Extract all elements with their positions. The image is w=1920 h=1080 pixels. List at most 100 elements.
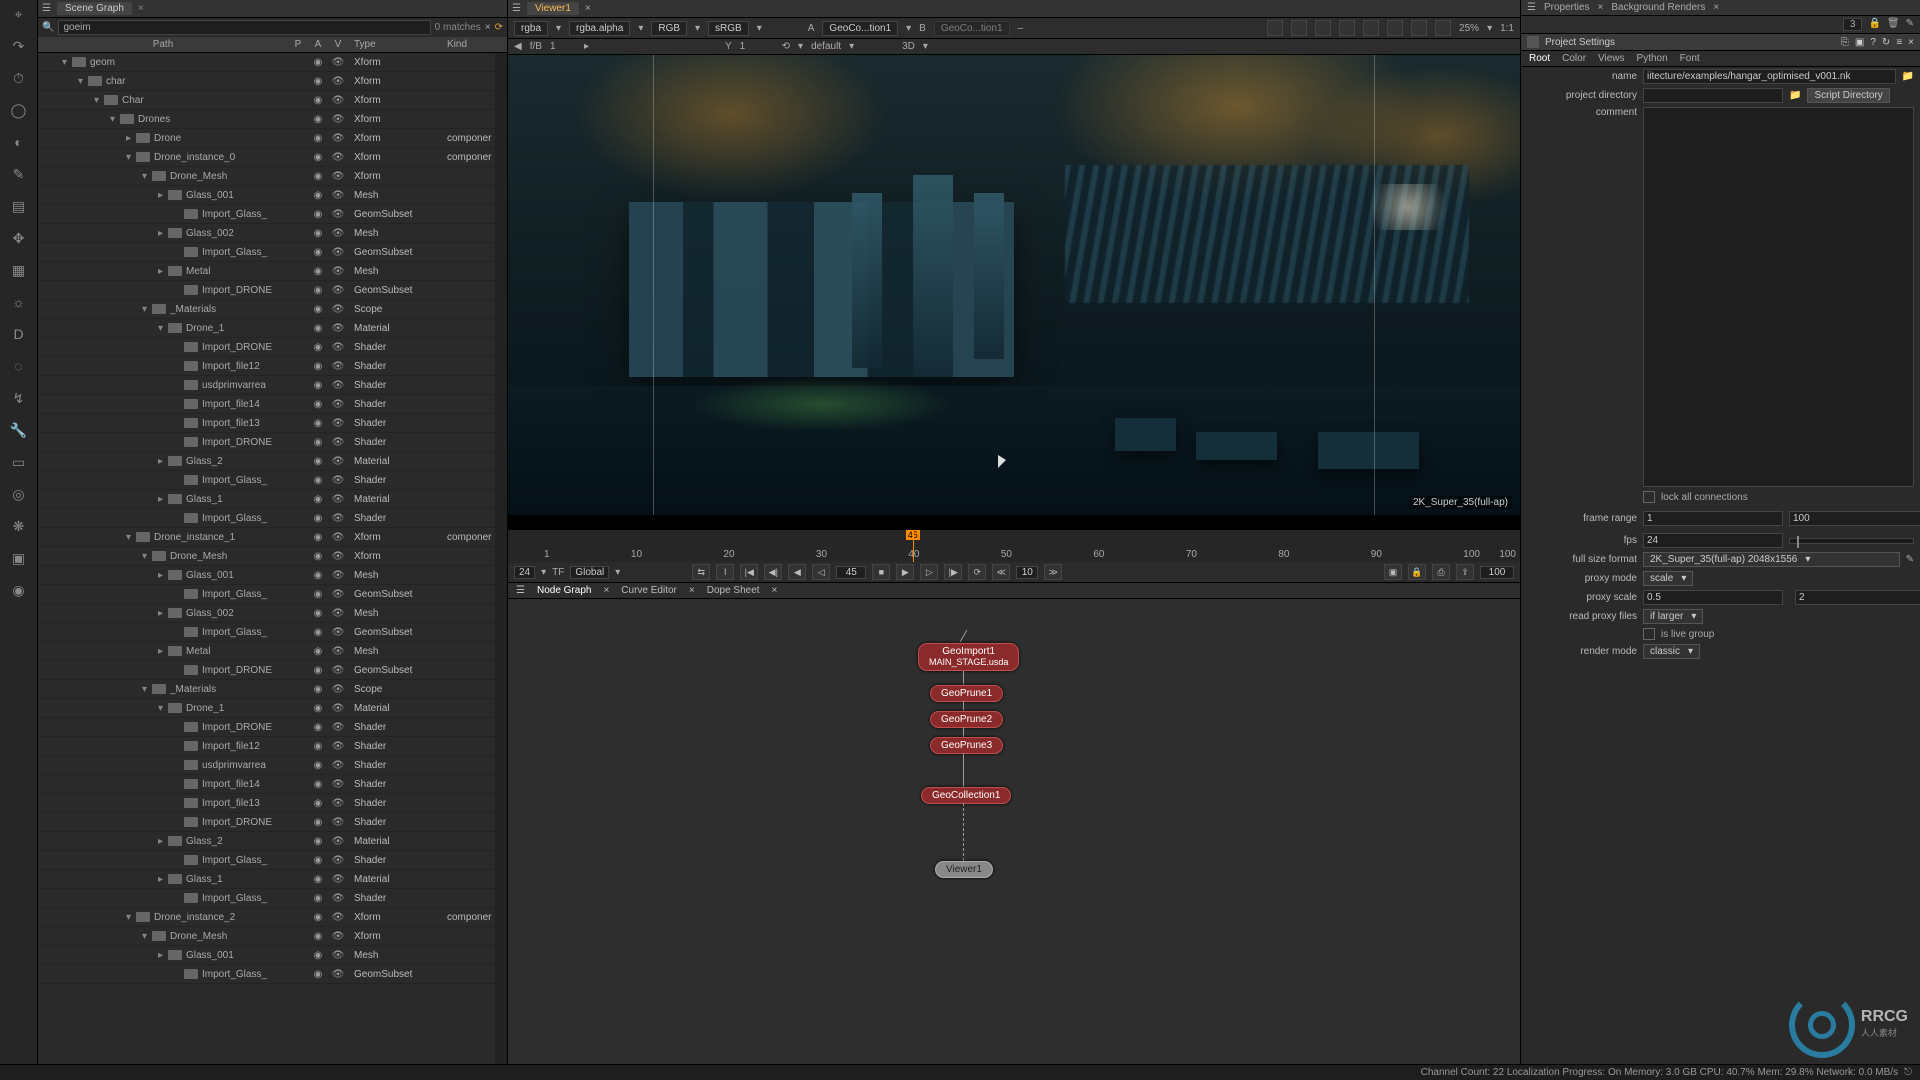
tree-row[interactable]: Import_DRONE◉👁GeomSubset: [38, 661, 495, 680]
zoom-dropdown[interactable]: 25%: [1459, 23, 1479, 34]
visibility-icon[interactable]: 👁: [328, 855, 348, 866]
sync-icon[interactable]: ⟲: [782, 41, 790, 52]
visibility-icon[interactable]: 👁: [328, 893, 348, 904]
proxy-icon[interactable]: [1339, 20, 1355, 36]
subtab-views[interactable]: Views: [1598, 53, 1625, 64]
active-icon[interactable]: ◉: [308, 57, 328, 68]
tool-icon[interactable]: ▣: [9, 548, 29, 568]
active-icon[interactable]: ◉: [308, 494, 328, 505]
visibility-icon[interactable]: 👁: [328, 931, 348, 942]
visibility-icon[interactable]: 👁: [328, 247, 348, 258]
visibility-icon[interactable]: 👁: [328, 133, 348, 144]
active-icon[interactable]: ◉: [308, 133, 328, 144]
fps-slider[interactable]: [1789, 538, 1914, 544]
tree-row[interactable]: ▾Drone_Mesh◉👁Xform: [38, 167, 495, 186]
b-buffer-dropdown[interactable]: GeoCo...tion1: [934, 21, 1010, 36]
lock-icon[interactable]: 🔒: [1408, 564, 1426, 580]
tree-row[interactable]: ▸Glass_001◉👁Mesh: [38, 566, 495, 585]
disclosure-icon[interactable]: ▸: [158, 874, 168, 885]
colorspace-dropdown[interactable]: sRGB: [708, 21, 749, 36]
active-icon[interactable]: ◉: [308, 760, 328, 771]
disclosure-icon[interactable]: ▸: [158, 190, 168, 201]
col-v[interactable]: V: [328, 39, 348, 50]
visibility-icon[interactable]: 👁: [328, 969, 348, 980]
tool-icon[interactable]: ↷: [9, 36, 29, 56]
menu-icon[interactable]: ☰: [42, 3, 51, 14]
tab-node-graph[interactable]: Node Graph: [537, 585, 591, 596]
next-key-icon[interactable]: |▶: [944, 564, 962, 580]
visibility-icon[interactable]: 👁: [328, 437, 348, 448]
visibility-icon[interactable]: 👁: [328, 475, 348, 486]
default-dropdown[interactable]: default: [811, 41, 841, 52]
active-icon[interactable]: ◉: [308, 684, 328, 695]
tree-row[interactable]: Import_Glass_◉👁GeomSubset: [38, 965, 495, 984]
tool-icon[interactable]: ✎: [9, 164, 29, 184]
step-field[interactable]: 10: [1016, 566, 1038, 579]
disclosure-icon[interactable]: ▾: [126, 152, 136, 163]
active-icon[interactable]: ◉: [308, 513, 328, 524]
fps-field[interactable]: [1643, 533, 1783, 548]
active-icon[interactable]: ◉: [308, 152, 328, 163]
visibility-icon[interactable]: 👁: [328, 551, 348, 562]
tool-icon[interactable]: 🔧: [9, 420, 29, 440]
tool-icon[interactable]: ◉: [9, 580, 29, 600]
frame-out-field[interactable]: [1789, 511, 1920, 526]
tab-scene-graph[interactable]: Scene Graph: [57, 2, 132, 15]
disclosure-icon[interactable]: ▾: [158, 703, 168, 714]
active-icon[interactable]: ◉: [308, 741, 328, 752]
tree-row[interactable]: Import_file12◉👁Shader: [38, 737, 495, 756]
scene-tree[interactable]: ▾geom◉👁Xform▾char◉👁Xform▾Char◉👁Xform▾Dro…: [38, 53, 495, 1080]
node-geoprune2[interactable]: GeoPrune2: [930, 711, 1003, 728]
tool-icon[interactable]: ☼: [9, 292, 29, 312]
tree-row[interactable]: ▾Drone_Mesh◉👁Xform: [38, 547, 495, 566]
ps-field[interactable]: [1643, 590, 1783, 605]
disclosure-icon[interactable]: ▾: [126, 912, 136, 923]
monitor-icon[interactable]: ▣: [1384, 564, 1402, 580]
tree-row[interactable]: Import_Glass_◉👁GeomSubset: [38, 205, 495, 224]
gamma-icon[interactable]: [1387, 20, 1403, 36]
active-icon[interactable]: ◉: [308, 209, 328, 220]
node-geoimport1[interactable]: GeoImport1MAIN_STAGE.usda: [918, 643, 1019, 671]
disclosure-icon[interactable]: ▸: [158, 646, 168, 657]
node-graph[interactable]: GeoImport1MAIN_STAGE.usda GeoPrune1 GeoP…: [508, 599, 1520, 1080]
visibility-icon[interactable]: 👁: [328, 266, 348, 277]
visibility-icon[interactable]: 👁: [328, 570, 348, 581]
time-ruler[interactable]: 45 1102030405060708090100 100: [508, 530, 1520, 562]
active-icon[interactable]: ◉: [308, 912, 328, 923]
tree-row[interactable]: ▸Metal◉👁Mesh: [38, 642, 495, 661]
active-icon[interactable]: ◉: [308, 247, 328, 258]
keyframe-icon[interactable]: I: [716, 564, 734, 580]
tool-icon[interactable]: ⏱: [9, 68, 29, 88]
active-icon[interactable]: ◉: [308, 646, 328, 657]
ratio-label[interactable]: 1:1: [1500, 23, 1514, 34]
mode-3d-toggle[interactable]: 3D: [902, 41, 915, 52]
active-icon[interactable]: ◉: [308, 836, 328, 847]
close-icon[interactable]: ×: [689, 585, 695, 596]
tab-curve-editor[interactable]: Curve Editor: [621, 585, 677, 596]
active-icon[interactable]: ◉: [308, 627, 328, 638]
tree-row[interactable]: Import_Glass_◉👁Shader: [38, 851, 495, 870]
tree-row[interactable]: ▸Glass_002◉👁Mesh: [38, 604, 495, 623]
tool-icon[interactable]: ▭: [9, 452, 29, 472]
disclosure-icon[interactable]: ▾: [158, 323, 168, 334]
tool-icon[interactable]: ↯: [9, 388, 29, 408]
disclosure-icon[interactable]: ▾: [142, 551, 152, 562]
visibility-icon[interactable]: 👁: [328, 779, 348, 790]
col-type[interactable]: Type: [348, 39, 443, 50]
rm-dropdown[interactable]: classic▾: [1643, 644, 1700, 659]
viewport[interactable]: 2K_Super_35(full-ap) ▾: [508, 55, 1520, 515]
visibility-icon[interactable]: 👁: [328, 798, 348, 809]
tab-viewer1[interactable]: Viewer1: [527, 2, 579, 15]
visibility-icon[interactable]: 👁: [328, 285, 348, 296]
active-icon[interactable]: ◉: [308, 703, 328, 714]
close-icon[interactable]: ×: [1713, 2, 1719, 13]
visibility-icon[interactable]: 👁: [328, 589, 348, 600]
fps-field[interactable]: 24: [514, 566, 535, 579]
active-icon[interactable]: ◉: [308, 855, 328, 866]
tree-row[interactable]: ▾Drones◉👁Xform: [38, 110, 495, 129]
menu-icon[interactable]: ☰: [516, 585, 525, 596]
tool-icon[interactable]: ❋: [9, 516, 29, 536]
rpf-dropdown[interactable]: if larger▾: [1643, 609, 1703, 624]
node-geocollection1[interactable]: GeoCollection1: [921, 787, 1011, 804]
tree-row[interactable]: ▸Glass_2◉👁Material: [38, 832, 495, 851]
